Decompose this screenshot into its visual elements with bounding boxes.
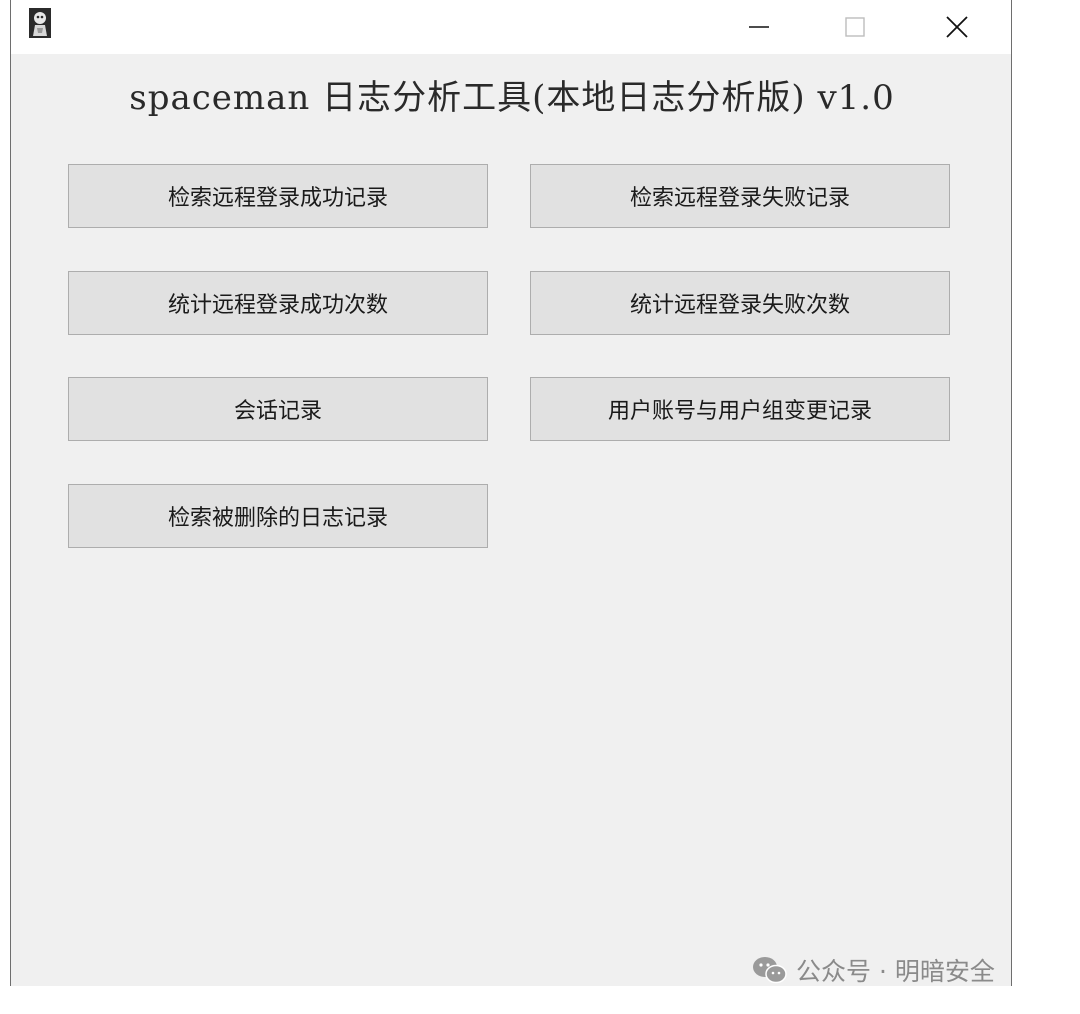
user-account-group-changes-button[interactable]: 用户账号与用户组变更记录 <box>530 377 950 441</box>
minimize-button[interactable] <box>723 0 795 54</box>
app-icon <box>29 8 51 38</box>
search-remote-login-failure-button[interactable]: 检索远程登录失败记录 <box>530 164 950 228</box>
app-window: spaceman 日志分析工具(本地日志分析版) v1.0 检索远程登录成功记录… <box>10 0 1012 986</box>
count-remote-login-failure-button[interactable]: 统计远程登录失败次数 <box>530 271 950 335</box>
app-title: spaceman 日志分析工具(本地日志分析版) v1.0 <box>129 78 895 118</box>
maximize-icon <box>845 17 865 37</box>
maximize-button[interactable] <box>819 0 891 54</box>
count-remote-login-success-button[interactable]: 统计远程登录成功次数 <box>68 271 488 335</box>
watermark: 公众号 · 明暗安全 <box>752 952 995 988</box>
session-records-button[interactable]: 会话记录 <box>68 377 488 441</box>
close-icon <box>946 16 968 38</box>
minimize-icon <box>749 26 769 28</box>
wechat-icon <box>753 957 787 984</box>
close-button[interactable] <box>921 0 993 54</box>
watermark-text: 公众号 · 明暗安全 <box>796 957 995 986</box>
title-bar <box>11 0 1011 54</box>
search-deleted-logs-button[interactable]: 检索被删除的日志记录 <box>68 484 488 548</box>
search-remote-login-success-button[interactable]: 检索远程登录成功记录 <box>68 164 488 228</box>
